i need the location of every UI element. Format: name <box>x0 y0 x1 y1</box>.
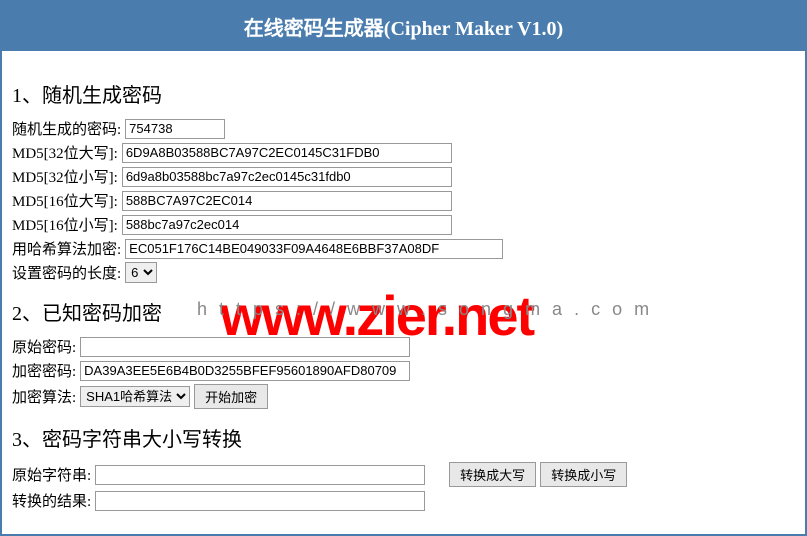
row-orig-pwd: 原始密码: <box>12 336 795 357</box>
hash-label: 用哈希算法加密: <box>12 238 121 259</box>
enc-pwd-label: 加密密码: <box>12 360 76 381</box>
algo-select[interactable]: SHA1哈希算法 <box>80 386 190 407</box>
row-random: 随机生成的密码: <box>12 118 795 139</box>
row-enc-pwd: 加密密码: <box>12 360 795 381</box>
length-label: 设置密码的长度: <box>12 262 121 283</box>
random-input[interactable] <box>125 119 225 139</box>
orig-pwd-label: 原始密码: <box>12 336 76 357</box>
orig-str-label: 原始字符串: <box>12 464 91 485</box>
row-md5-32u: MD5[32位大写]: <box>12 142 795 163</box>
to-upper-button[interactable]: 转换成大写 <box>449 462 536 487</box>
result-str-label: 转换的结果: <box>12 490 91 511</box>
row-md5-32l: MD5[32位小写]: <box>12 166 795 187</box>
row-algo: 加密算法: SHA1哈希算法 开始加密 <box>12 384 795 409</box>
md5-16u-label: MD5[16位大写]: <box>12 190 118 211</box>
md5-32u-input[interactable] <box>122 143 452 163</box>
algo-label: 加密算法: <box>12 386 76 407</box>
md5-16l-input[interactable] <box>122 215 452 235</box>
section1-title: 1、随机生成密码 <box>12 79 795 108</box>
md5-16l-label: MD5[16位小写]: <box>12 214 118 235</box>
app-header: 在线密码生成器(Cipher Maker V1.0) <box>2 2 805 51</box>
row-orig-str: 原始字符串: 转换成大写 转换成小写 <box>12 462 795 487</box>
row-result-str: 转换的结果: <box>12 490 795 511</box>
orig-str-input[interactable] <box>95 465 425 485</box>
row-md5-16u: MD5[16位大写]: <box>12 190 795 211</box>
random-label: 随机生成的密码: <box>12 118 121 139</box>
row-hash: 用哈希算法加密: <box>12 238 795 259</box>
content-area: https://www.songma.com www.zier.net 1、随机… <box>2 51 805 528</box>
md5-32l-label: MD5[32位小写]: <box>12 166 118 187</box>
to-lower-button[interactable]: 转换成小写 <box>540 462 627 487</box>
row-length: 设置密码的长度: 6 <box>12 262 795 283</box>
md5-32l-input[interactable] <box>122 167 452 187</box>
result-str-input[interactable] <box>95 491 425 511</box>
md5-16u-input[interactable] <box>122 191 452 211</box>
hash-input[interactable] <box>125 239 503 259</box>
orig-pwd-input[interactable] <box>80 337 410 357</box>
enc-pwd-input[interactable] <box>80 361 410 381</box>
section2-title: 2、已知密码加密 <box>12 297 795 326</box>
app-title: 在线密码生成器(Cipher Maker V1.0) <box>244 18 563 40</box>
encrypt-button[interactable]: 开始加密 <box>194 384 268 409</box>
section3-title: 3、密码字符串大小写转换 <box>12 423 795 452</box>
md5-32u-label: MD5[32位大写]: <box>12 142 118 163</box>
app-container: 在线密码生成器(Cipher Maker V1.0) https://www.s… <box>0 0 807 536</box>
row-md5-16l: MD5[16位小写]: <box>12 214 795 235</box>
length-select[interactable]: 6 <box>125 262 157 283</box>
